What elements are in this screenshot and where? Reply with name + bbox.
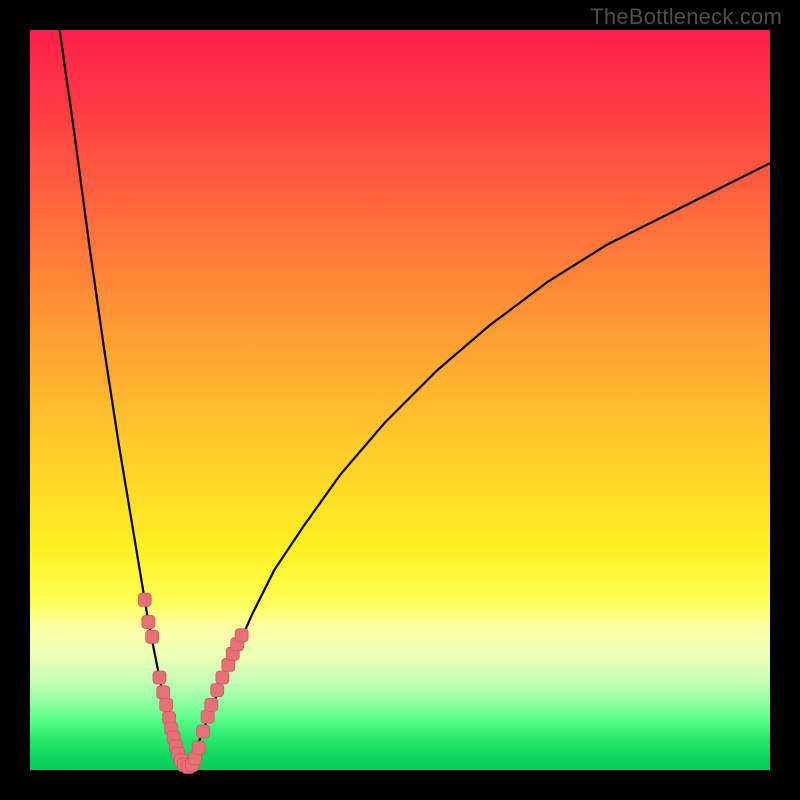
marker-point <box>160 698 173 711</box>
marker-group <box>138 593 248 773</box>
marker-point <box>201 710 214 723</box>
marker-point <box>138 593 151 606</box>
marker-point <box>157 686 170 699</box>
marker-point <box>192 741 205 754</box>
marker-point <box>235 629 248 642</box>
marker-point <box>211 684 224 697</box>
marker-point <box>205 698 218 711</box>
left-branch-line <box>60 30 186 770</box>
marker-point <box>197 725 210 738</box>
marker-point <box>142 616 155 629</box>
marker-point <box>216 671 229 684</box>
plot-area <box>30 30 770 770</box>
marker-point <box>153 671 166 684</box>
watermark-text: TheBottleneck.com <box>590 4 782 30</box>
curve-layer <box>30 30 770 770</box>
marker-point <box>146 630 159 643</box>
outer-frame: TheBottleneck.com <box>0 0 800 800</box>
right-branch-line <box>185 163 770 770</box>
